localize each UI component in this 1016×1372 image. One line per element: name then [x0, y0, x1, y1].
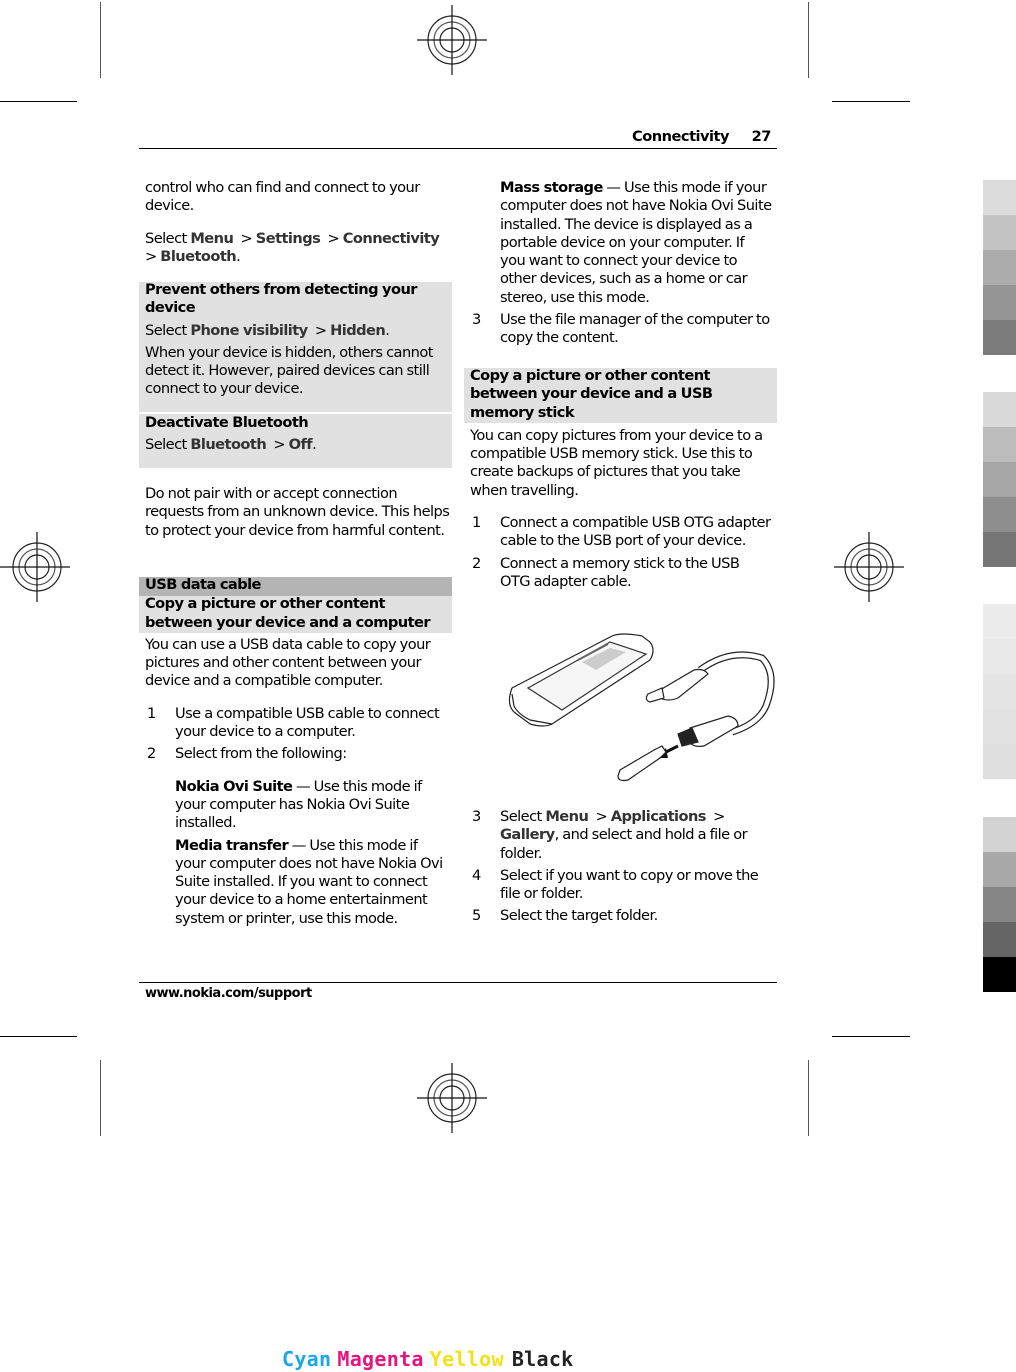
crop-mark: [100, 2, 101, 78]
section-intro: You can copy pictures from your device t…: [470, 426, 763, 499]
box-title: Prevent others from detecting your devic…: [145, 281, 418, 317]
list-item: 4 Select if you want to copy or move the…: [472, 866, 759, 903]
list-item: 5 Select the target folder.: [472, 907, 658, 925]
menu-path-item: Connectivity: [342, 229, 440, 247]
select-path: Select Menu > Settings > Connectivity > …: [145, 229, 443, 265]
list-item: 1 Use a compatible USB cable to connect …: [147, 704, 440, 741]
cmyk-labels: Cyan Magenta Yellow Black: [282, 1347, 574, 1371]
subsection-title: Copy a picture or other content between …: [470, 367, 713, 421]
footer-url[interactable]: www.nokia.com/support: [145, 986, 312, 1001]
box-body: When your device is hidden, others canno…: [145, 343, 433, 398]
box-title: Deactivate Bluetooth: [145, 414, 309, 431]
header-rule: [139, 148, 777, 149]
color-swatch: [983, 250, 1016, 285]
memory-stick-icon: [617, 745, 667, 782]
usb-section: USB data cable Copy a picture or other c…: [145, 576, 451, 928]
crop-mark: [832, 1036, 910, 1037]
running-header: Connectivity 27: [632, 128, 771, 145]
color-swatch: [983, 604, 1016, 639]
list-item: 2 Connect a memory stick to the USB OTG …: [472, 554, 740, 590]
menu-path-item: Phone visibility: [190, 321, 308, 339]
section-title: Connectivity: [632, 128, 730, 145]
color-swatch: [983, 817, 1016, 852]
box-select-path: Select Bluetooth > Off.: [145, 436, 317, 454]
registration-mark-icon: [0, 532, 70, 602]
registration-mark-icon: [834, 532, 904, 602]
menu-path-item: Applications: [610, 808, 707, 825]
color-swatch: [983, 320, 1016, 355]
menu-path-item: Bluetooth: [160, 247, 237, 265]
color-swatch: [983, 957, 1016, 992]
color-swatch: [983, 639, 1016, 674]
menu-path-item: Menu: [545, 808, 589, 825]
warning-text: Do not pair with or accept connection re…: [145, 485, 450, 539]
menu-path-item: Gallery: [500, 826, 555, 844]
crop-mark: [808, 2, 809, 78]
crop-mark: [0, 101, 77, 102]
registration-mark-icon: [417, 5, 487, 75]
cmyk-label-yellow: Yellow: [429, 1347, 504, 1371]
usb-cable-icon: [645, 651, 775, 747]
color-swatch: [983, 887, 1016, 922]
registration-mark-icon: [417, 1063, 487, 1133]
crop-mark: [0, 1036, 77, 1037]
menu-path-item: Hidden: [330, 321, 386, 339]
color-swatch: [983, 392, 1016, 427]
box-select-path: Select Phone visibility > Hidden.: [145, 321, 390, 339]
intro-text: control who can find and connect to your…: [145, 179, 420, 215]
menu-path-item: Bluetooth: [190, 436, 267, 454]
tip-box-hide-device-content: Prevent others from detecting your devic…: [145, 281, 451, 399]
usb-otg-illustration: [508, 633, 775, 782]
crop-mark: [100, 1060, 101, 1136]
menu-path-item: Menu: [190, 229, 234, 247]
list-item: 3 Use the file manager of the computer t…: [472, 311, 770, 347]
section-title: USB data cable: [145, 576, 261, 593]
list-item: 3 Select Menu > Applications > Gallery, …: [472, 808, 748, 862]
color-swatch: [983, 532, 1016, 567]
memory-stick-section-steps: 3 Select Menu > Applications > Gallery, …: [470, 808, 772, 926]
mode-option: Mass storage — Use this mode if your com…: [500, 179, 772, 306]
tip-box-deactivate-content: Deactivate Bluetooth Select Bluetooth > …: [145, 414, 451, 455]
subsection-title: Copy a picture or other content between …: [145, 595, 431, 631]
left-column: control who can find and connect to your…: [145, 179, 451, 266]
color-swatch: [983, 674, 1016, 709]
color-swatch: [983, 285, 1016, 320]
color-swatch: [983, 497, 1016, 532]
mode-option: Media transfer — Use this mode if your c…: [175, 836, 443, 927]
phone-icon: [508, 633, 654, 727]
color-swatch: [983, 852, 1016, 887]
cmyk-label-black: Black: [511, 1347, 574, 1371]
color-swatch: [983, 462, 1016, 497]
color-swatch: [983, 744, 1016, 779]
color-swatch: [983, 180, 1016, 215]
color-swatch: [983, 215, 1016, 250]
footer-rule: [139, 982, 777, 983]
color-swatch: [983, 922, 1016, 957]
list-item: 2 Select from the following:: [147, 745, 347, 763]
memory-stick-section: Copy a picture or other content between …: [470, 367, 772, 591]
crop-mark: [808, 1060, 809, 1136]
color-swatch: [983, 709, 1016, 744]
list-item: 1 Connect a compatible USB OTG adapter c…: [472, 514, 771, 550]
right-column-top: Mass storage — Use this mode if your com…: [470, 179, 772, 348]
page-number: 27: [751, 128, 772, 145]
color-swatch: [983, 427, 1016, 462]
menu-path-item: Off: [288, 436, 313, 454]
cmyk-label-magenta: Magenta: [337, 1347, 424, 1371]
section-intro: You can use a USB data cable to copy you…: [145, 635, 431, 690]
cmyk-label-cyan: Cyan: [282, 1347, 332, 1371]
menu-path-item: Settings: [255, 229, 321, 247]
crop-mark: [832, 101, 910, 102]
mode-option: Nokia Ovi Suite — Use this mode if your …: [175, 777, 422, 832]
